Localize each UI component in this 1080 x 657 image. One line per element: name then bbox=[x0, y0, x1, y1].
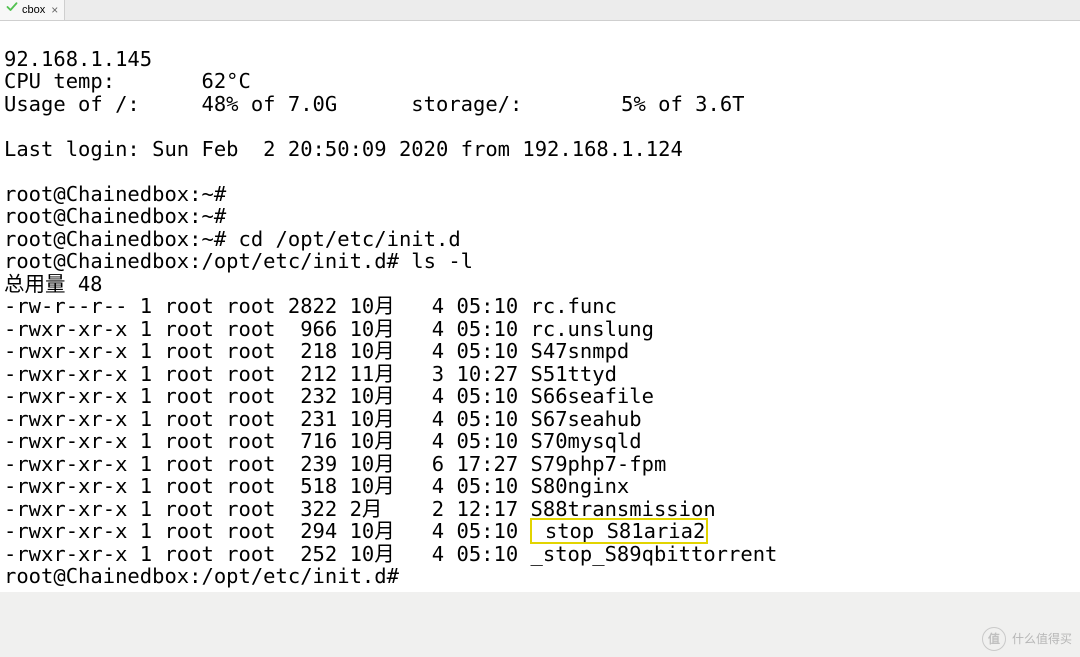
motd-cpu-line: CPU temp: 62°C bbox=[4, 69, 251, 93]
motd-usage-line: Usage of /: 48% of 7.0G storage/: 5% of … bbox=[4, 92, 745, 116]
tab-cbox[interactable]: cbox × bbox=[0, 0, 65, 20]
table-row: -rwxr-xr-x 1 root root 322 2月 2 12:17 S8… bbox=[4, 498, 1076, 521]
table-row: -rwxr-xr-x 1 root root 212 11月 3 10:27 S… bbox=[4, 363, 1076, 386]
ls-filename: S66seafile bbox=[531, 384, 654, 408]
ls-filename: S51ttyd bbox=[531, 362, 617, 386]
table-row: -rwxr-xr-x 1 root root 252 10月 4 05:10 _… bbox=[4, 543, 1076, 566]
ls-row-attrs: -rwxr-xr-x 1 root root 218 10月 4 05:10 bbox=[4, 339, 531, 363]
ls-row-attrs: -rwxr-xr-x 1 root root 294 10月 4 05:10 bbox=[4, 519, 531, 543]
prompt-line: root@Chainedbox:/opt/etc/init.d# bbox=[4, 564, 399, 588]
table-row: -rwxr-xr-x 1 root root 518 10月 4 05:10 S… bbox=[4, 475, 1076, 498]
close-icon[interactable]: × bbox=[51, 0, 58, 21]
ls-filename: S88transmission bbox=[531, 497, 716, 521]
ls-row-attrs: -rwxr-xr-x 1 root root 232 10月 4 05:10 bbox=[4, 384, 531, 408]
table-row: -rwxr-xr-x 1 root root 231 10月 4 05:10 S… bbox=[4, 408, 1076, 431]
prompt-line: root@Chainedbox:~# bbox=[4, 182, 226, 206]
ls-row-attrs: -rwxr-xr-x 1 root root 239 10月 6 17:27 bbox=[4, 452, 531, 476]
ls-row-attrs: -rwxr-xr-x 1 root root 716 10月 4 05:10 bbox=[4, 429, 531, 453]
table-row: -rwxr-xr-x 1 root root 294 10月 4 05:10 _… bbox=[4, 520, 1076, 543]
tab-label: cbox bbox=[22, 0, 45, 21]
ls-filename: S67seahub bbox=[531, 407, 642, 431]
ls-row-attrs: -rwxr-xr-x 1 root root 322 2月 2 12:17 bbox=[4, 497, 531, 521]
check-icon bbox=[6, 0, 18, 21]
watermark-icon: 值 bbox=[982, 627, 1006, 651]
ls-row-attrs: -rwxr-xr-x 1 root root 518 10月 4 05:10 bbox=[4, 474, 531, 498]
ls-filename: _stop_S81aria2 bbox=[531, 519, 708, 543]
ls-row-attrs: -rwxr-xr-x 1 root root 252 10月 4 05:10 bbox=[4, 542, 531, 566]
ls-header: 总用量 48 bbox=[4, 272, 103, 296]
table-row: -rwxr-xr-x 1 root root 966 10月 4 05:10 r… bbox=[4, 318, 1076, 341]
prompt-line: root@Chainedbox:~# cd /opt/etc/init.d bbox=[4, 227, 461, 251]
table-row: -rwxr-xr-x 1 root root 239 10月 6 17:27 S… bbox=[4, 453, 1076, 476]
ls-row-attrs: -rwxr-xr-x 1 root root 966 10月 4 05:10 bbox=[4, 317, 531, 341]
ls-row-attrs: -rwxr-xr-x 1 root root 231 10月 4 05:10 bbox=[4, 407, 531, 431]
ls-output: -rw-r--r-- 1 root root 2822 10月 4 05:10 … bbox=[4, 295, 1076, 565]
ls-filename: S47snmpd bbox=[531, 339, 630, 363]
table-row: -rwxr-xr-x 1 root root 232 10月 4 05:10 S… bbox=[4, 385, 1076, 408]
ls-row-attrs: -rw-r--r-- 1 root root 2822 10月 4 05:10 bbox=[4, 294, 531, 318]
watermark-text: 什么值得买 bbox=[1012, 628, 1072, 651]
tab-bar: cbox × bbox=[0, 0, 1080, 21]
prompt-line: root@Chainedbox:~# bbox=[4, 204, 226, 228]
motd-ip: 92.168.1.145 bbox=[4, 47, 152, 71]
ls-filename: _stop_S89qbittorrent bbox=[531, 542, 778, 566]
watermark: 值 什么值得买 bbox=[982, 627, 1072, 651]
terminal[interactable]: 92.168.1.145 CPU temp: 62°C Usage of /: … bbox=[0, 21, 1080, 592]
ls-filename: S79php7-fpm bbox=[531, 452, 667, 476]
ls-filename: S70mysqld bbox=[531, 429, 642, 453]
ls-filename: S80nginx bbox=[531, 474, 630, 498]
table-row: -rw-r--r-- 1 root root 2822 10月 4 05:10 … bbox=[4, 295, 1076, 318]
ls-filename: rc.func bbox=[531, 294, 617, 318]
table-row: -rwxr-xr-x 1 root root 218 10月 4 05:10 S… bbox=[4, 340, 1076, 363]
prompt-line: root@Chainedbox:/opt/etc/init.d# ls -l bbox=[4, 249, 473, 273]
ls-row-attrs: -rwxr-xr-x 1 root root 212 11月 3 10:27 bbox=[4, 362, 531, 386]
table-row: -rwxr-xr-x 1 root root 716 10月 4 05:10 S… bbox=[4, 430, 1076, 453]
ls-filename: rc.unslung bbox=[531, 317, 654, 341]
motd-last-login: Last login: Sun Feb 2 20:50:09 2020 from… bbox=[4, 137, 683, 161]
